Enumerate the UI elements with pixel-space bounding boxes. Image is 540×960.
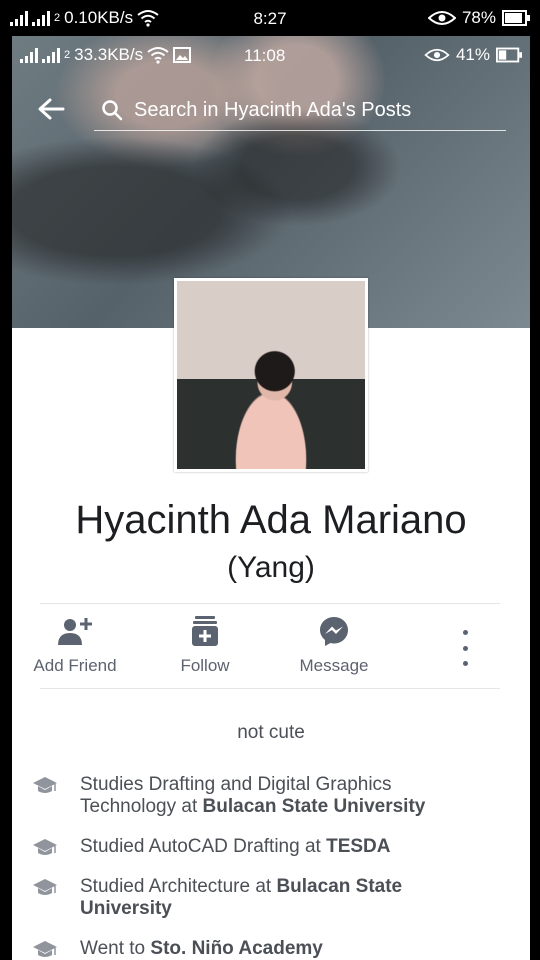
sim-label: 2 bbox=[64, 49, 71, 61]
battery-icon bbox=[502, 10, 530, 26]
messenger-icon bbox=[320, 617, 348, 646]
battery-percent: 41% bbox=[455, 45, 490, 64]
profile-photo bbox=[177, 281, 365, 469]
profile-name: Hyacinth Ada Mariano bbox=[75, 498, 467, 542]
search-bar[interactable]: Search in Hyacinth Ada's Posts bbox=[94, 90, 506, 131]
signal-icon bbox=[20, 48, 60, 63]
profile-actions: Add Friend Follow Message bbox=[12, 614, 530, 684]
message-label: Message bbox=[299, 656, 369, 675]
graduation-cap-icon bbox=[33, 777, 57, 793]
outer-status-bar: 2 0.10KB/s 8:27 78% bbox=[0, 0, 540, 36]
info-text: Studied Architecture at Bulacan State Un… bbox=[80, 876, 412, 920]
search-icon bbox=[102, 100, 123, 121]
battery-icon bbox=[496, 47, 522, 63]
profile-bio: not cute bbox=[237, 722, 305, 743]
follow-icon bbox=[192, 616, 218, 646]
image-icon bbox=[173, 47, 192, 63]
follow-button[interactable]: Follow bbox=[160, 614, 250, 676]
graduation-cap-icon bbox=[33, 839, 57, 855]
app-frame: 2 33.3KB/s 11:08 41% Search in Hyacinth … bbox=[12, 36, 530, 960]
info-bold[interactable]: TESDA bbox=[326, 836, 390, 857]
graduation-cap-icon bbox=[33, 879, 57, 895]
divider bbox=[40, 603, 500, 604]
info-prefix: Studied AutoCAD Drafting at bbox=[80, 836, 327, 857]
profile-nickname: (Yang) bbox=[227, 551, 315, 584]
add-friend-label: Add Friend bbox=[33, 656, 117, 675]
add-friend-button[interactable]: Add Friend bbox=[30, 614, 120, 676]
search-placeholder: Search in Hyacinth Ada's Posts bbox=[134, 98, 412, 121]
profile-picture[interactable] bbox=[174, 278, 368, 472]
back-arrow-icon bbox=[38, 98, 65, 120]
info-item: Studied Architecture at Bulacan State Un… bbox=[32, 876, 412, 920]
info-bold[interactable]: Sto. Niño Academy bbox=[150, 938, 322, 959]
dot bbox=[462, 661, 468, 666]
add-friend-icon bbox=[58, 618, 92, 645]
outer-status-right: 78% bbox=[427, 8, 530, 28]
info-text: Studies Drafting and Digital Graphics Te… bbox=[80, 774, 472, 818]
inner-clock: 11:08 bbox=[244, 46, 286, 65]
info-item: Studies Drafting and Digital Graphics Te… bbox=[32, 774, 472, 818]
follow-label: Follow bbox=[180, 656, 230, 675]
info-item: Studied AutoCAD Drafting at TESDA bbox=[32, 836, 472, 858]
inner-status-bar: 2 33.3KB/s 11:08 41% bbox=[12, 36, 530, 74]
info-prefix: Went to bbox=[80, 938, 151, 959]
back-button[interactable] bbox=[36, 94, 66, 124]
graduation-cap-icon bbox=[33, 941, 57, 957]
info-text: Went to Sto. Niño Academy bbox=[80, 938, 323, 960]
wifi-icon bbox=[147, 47, 169, 64]
info-text: Studied AutoCAD Drafting at TESDA bbox=[80, 836, 391, 858]
message-button[interactable]: Message bbox=[288, 614, 380, 676]
info-prefix: Studied Architecture at bbox=[80, 876, 277, 897]
divider bbox=[40, 688, 500, 689]
info-item: Went to Sto. Niño Academy bbox=[32, 938, 472, 960]
inner-status-right: 41% bbox=[424, 45, 522, 65]
info-bold[interactable]: Bulacan State University bbox=[203, 796, 426, 817]
eye-icon bbox=[424, 48, 450, 62]
more-options-button[interactable] bbox=[456, 630, 474, 666]
inner-status-left: 2 33.3KB/s bbox=[20, 45, 192, 65]
dot bbox=[462, 645, 468, 651]
dot bbox=[462, 630, 468, 635]
network-speed: 33.3KB/s bbox=[74, 45, 144, 64]
eye-icon bbox=[427, 11, 456, 25]
battery-percent: 78% bbox=[461, 8, 496, 27]
